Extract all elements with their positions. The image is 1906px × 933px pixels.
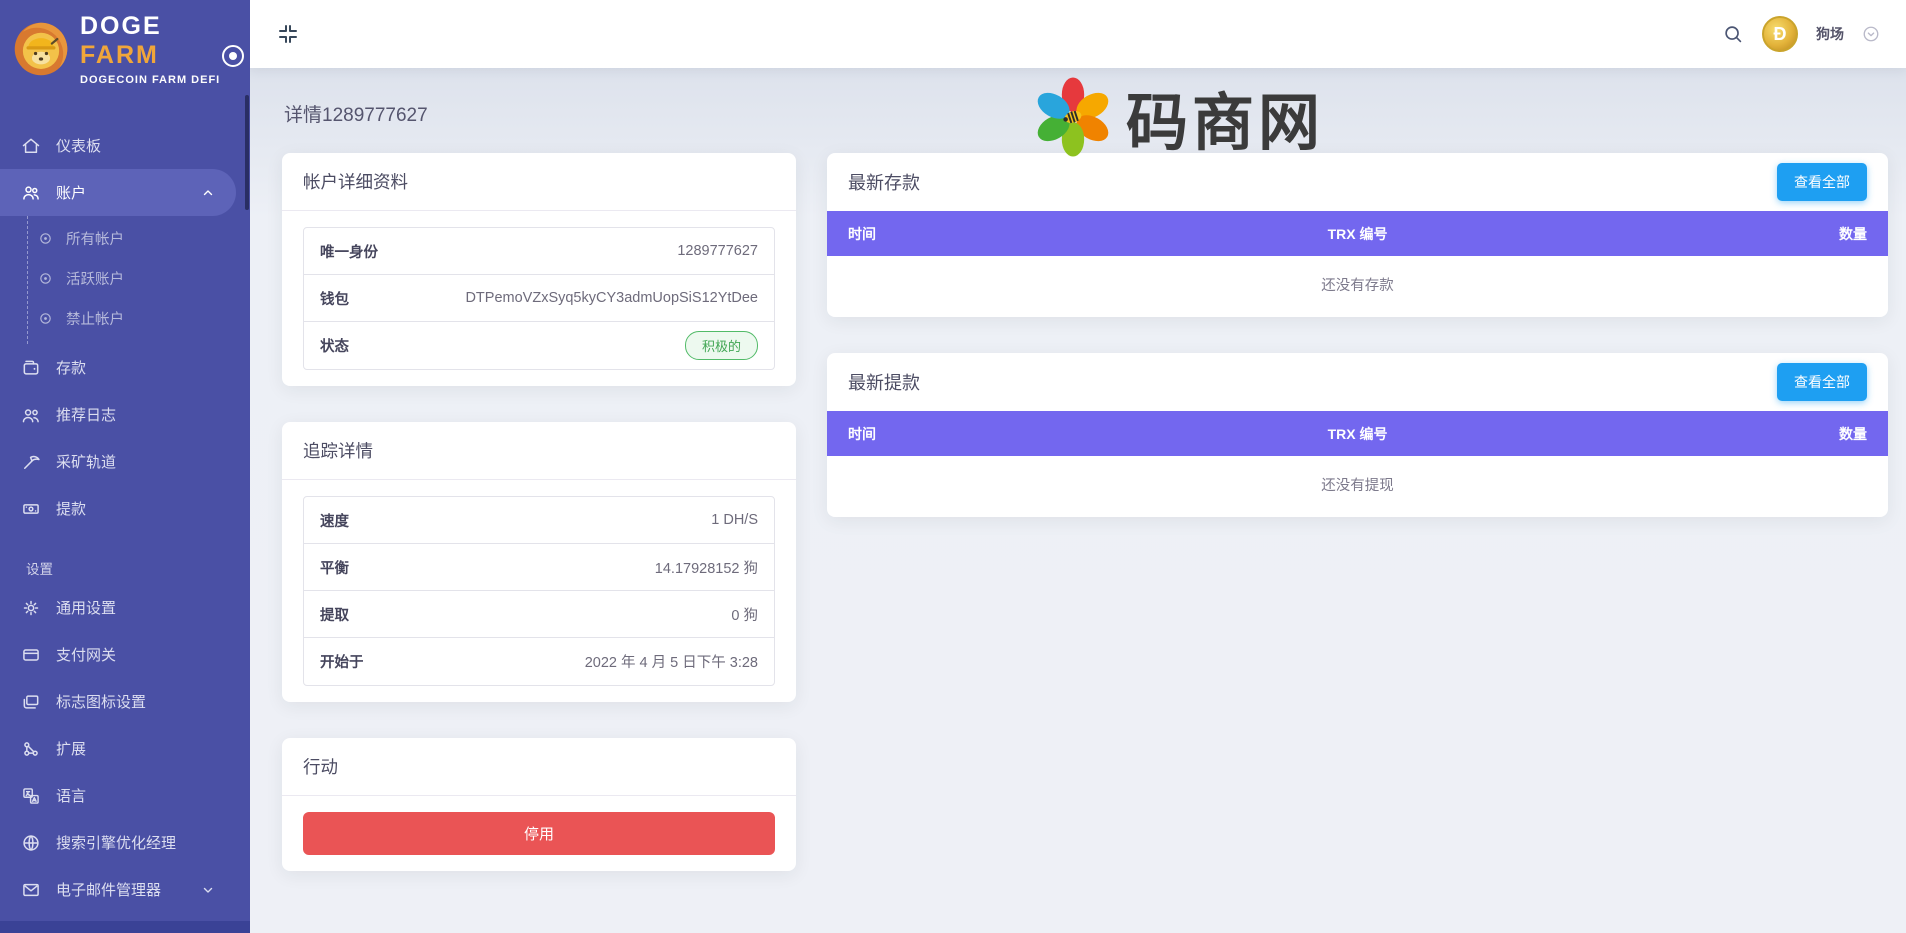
- withdrawals-empty-state: 还没有提现: [827, 456, 1888, 517]
- account-details-card: 帐户详细资料 唯一身份 1289777627 钱包 DTPemoVZxSyq5k…: [282, 153, 796, 386]
- table-row: 开始于 2022 年 4 月 5 日下午 3:28: [304, 638, 774, 685]
- sidebar-item-language[interactable]: 语言: [0, 772, 236, 819]
- latest-deposits-card: 最新存款 查看全部 时间 TRX 编号 数量 还没有存款: [827, 153, 1888, 317]
- search-icon[interactable]: [1722, 23, 1744, 45]
- brand-title: DOGE FARM: [80, 12, 240, 70]
- gear-icon: [21, 598, 41, 618]
- account-details-title: 帐户详细资料: [282, 153, 796, 211]
- chevron-down-circle-icon[interactable]: [1862, 25, 1880, 43]
- speed-value: 1 DH/S: [711, 512, 758, 528]
- mail-icon: [21, 880, 41, 900]
- sidebar-pin-toggle[interactable]: [222, 45, 244, 67]
- settings-section-label: 设置: [26, 558, 250, 578]
- sidebar-item-referral-log[interactable]: 推荐日志: [0, 391, 236, 438]
- accounts-submenu: 所有帐户 活跃账户 禁止帐户: [27, 216, 250, 344]
- sidebar-subitem-all-accounts[interactable]: 所有帐户: [28, 218, 250, 258]
- action-card: 行动 停用: [282, 738, 796, 871]
- sidebar-item-dashboard[interactable]: 仪表板: [0, 122, 236, 169]
- circle-dot-icon: [38, 231, 53, 246]
- brand-subtitle: DOGECOIN FARM DEFI: [80, 74, 240, 86]
- sidebar-item-accounts[interactable]: 账户: [0, 169, 236, 216]
- sidebar: DOGE FARM DOGECOIN FARM DEFI 仪表板 账户 所有帐户…: [0, 0, 250, 933]
- table-row: 平衡 14.17928152 狗: [304, 544, 774, 591]
- sidebar-item-email-manager[interactable]: 电子邮件管理器: [0, 866, 236, 913]
- username[interactable]: 狗场: [1816, 24, 1844, 44]
- wallet-address-value: DTPemoVZxSyq5kyCY3admUopSiS12YtDee: [465, 290, 758, 306]
- sidebar-subitem-banned-accounts[interactable]: 禁止帐户: [28, 298, 250, 338]
- unique-id-value: 1289777627: [677, 243, 758, 259]
- users-icon: [21, 183, 41, 203]
- doge-coin-logo-icon: [12, 20, 70, 78]
- sidebar-item-mining-tracks[interactable]: 采矿轨道: [0, 438, 236, 485]
- wallet-icon: [21, 358, 41, 378]
- sidebar-bottom-strip: [0, 921, 250, 933]
- collapse-icon[interactable]: [276, 22, 300, 46]
- withdrawn-value: 0 狗: [731, 604, 758, 625]
- table-row: 状态 积极的: [304, 322, 774, 369]
- sidebar-item-deposits[interactable]: 存款: [0, 344, 236, 391]
- table-row: 速度 1 DH/S: [304, 497, 774, 544]
- status-badge: 积极的: [685, 331, 758, 360]
- people-icon: [21, 405, 41, 425]
- table-row: 唯一身份 1289777627: [304, 228, 774, 275]
- chevron-down-icon: [201, 883, 215, 897]
- chevron-up-icon: [201, 186, 215, 200]
- latest-deposits-title: 最新存款: [848, 169, 920, 195]
- withdrawals-table-header: 时间 TRX 编号 数量: [827, 411, 1888, 456]
- tracking-details-title: 追踪详情: [282, 422, 796, 480]
- sidebar-item-extensions[interactable]: 扩展: [0, 725, 236, 772]
- sidebar-item-payment-gateway[interactable]: 支付网关: [0, 631, 236, 678]
- deposits-empty-state: 还没有存款: [827, 256, 1888, 317]
- latest-withdrawals-title: 最新提款: [848, 369, 920, 395]
- latest-withdrawals-card: 最新提款 查看全部 时间 TRX 编号 数量 还没有提现: [827, 353, 1888, 517]
- avatar[interactable]: Ð: [1762, 16, 1798, 52]
- sidebar-subitem-active-accounts[interactable]: 活跃账户: [28, 258, 250, 298]
- disable-button[interactable]: 停用: [303, 812, 775, 855]
- topbar: Ð 狗场: [250, 0, 1906, 68]
- pickaxe-icon: [21, 452, 41, 472]
- main-content: 码商网 详情1289777627 帐户详细资料 唯一身份 1289777627 …: [250, 68, 1906, 933]
- circle-dot-icon: [38, 311, 53, 326]
- home-icon: [21, 136, 41, 156]
- table-row: 钱包 DTPemoVZxSyq5kyCY3admUopSiS12YtDee: [304, 275, 774, 322]
- globe-icon: [21, 833, 41, 853]
- sidebar-item-withdrawals[interactable]: 提款: [0, 485, 236, 532]
- started-at-value: 2022 年 4 月 5 日下午 3:28: [585, 651, 758, 672]
- images-icon: [21, 692, 41, 712]
- balance-value: 14.17928152 狗: [655, 557, 758, 578]
- sidebar-item-logo-icon-settings[interactable]: 标志图标设置: [0, 678, 236, 725]
- sidebar-menu: 仪表板 账户 所有帐户 活跃账户 禁止帐户 存款: [0, 122, 250, 913]
- page-title: 详情1289777627: [284, 100, 1888, 127]
- nodes-icon: [21, 739, 41, 759]
- translate-icon: [21, 786, 41, 806]
- withdrawals-view-all-button[interactable]: 查看全部: [1777, 363, 1867, 401]
- sidebar-scrollbar[interactable]: [245, 95, 249, 210]
- credit-card-icon: [21, 645, 41, 665]
- brand-logo[interactable]: DOGE FARM DOGECOIN FARM DEFI: [0, 0, 250, 96]
- deposits-view-all-button[interactable]: 查看全部: [1777, 163, 1867, 201]
- sidebar-item-seo-manager[interactable]: 搜索引擎优化经理: [0, 819, 236, 866]
- tracking-details-card: 追踪详情 速度 1 DH/S 平衡 14.17928152 狗 提取: [282, 422, 796, 702]
- deposits-table-header: 时间 TRX 编号 数量: [827, 211, 1888, 256]
- action-title: 行动: [282, 738, 796, 796]
- sidebar-item-general-settings[interactable]: 通用设置: [0, 584, 236, 631]
- circle-dot-icon: [38, 271, 53, 286]
- table-row: 提取 0 狗: [304, 591, 774, 638]
- cash-icon: [21, 499, 41, 519]
